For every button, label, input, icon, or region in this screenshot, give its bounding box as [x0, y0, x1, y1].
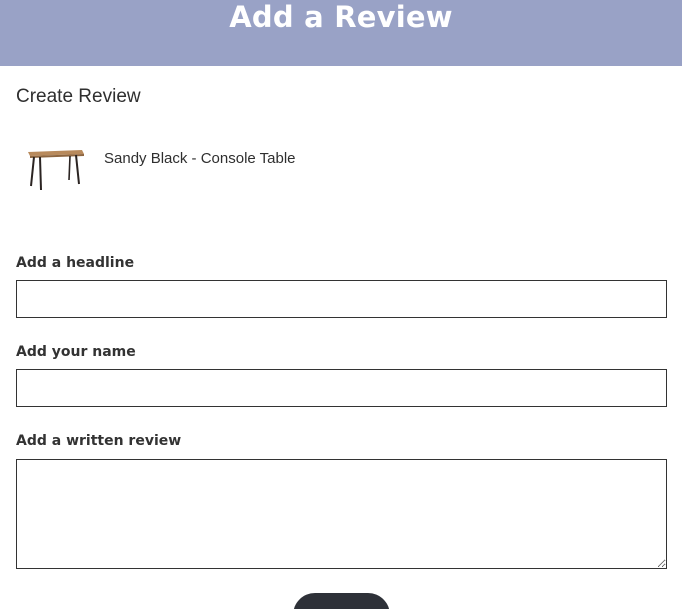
- review-label: Add a written review: [16, 433, 182, 449]
- product-summary: Sandy Black - Console Table: [22, 140, 422, 196]
- headline-label: Add a headline: [16, 255, 135, 271]
- review-textarea[interactable]: [16, 459, 667, 569]
- headline-input[interactable]: [16, 280, 667, 318]
- section-title: Create Review: [16, 86, 141, 107]
- page-header: Add a Review: [0, 0, 682, 66]
- product-name: Sandy Black - Console Table: [104, 150, 296, 167]
- page-title: Add a Review: [229, 0, 453, 34]
- name-label: Add your name: [16, 344, 136, 360]
- name-input[interactable]: [16, 369, 667, 407]
- console-table-thumbnail: [28, 150, 84, 191]
- submit-button[interactable]: [293, 593, 390, 609]
